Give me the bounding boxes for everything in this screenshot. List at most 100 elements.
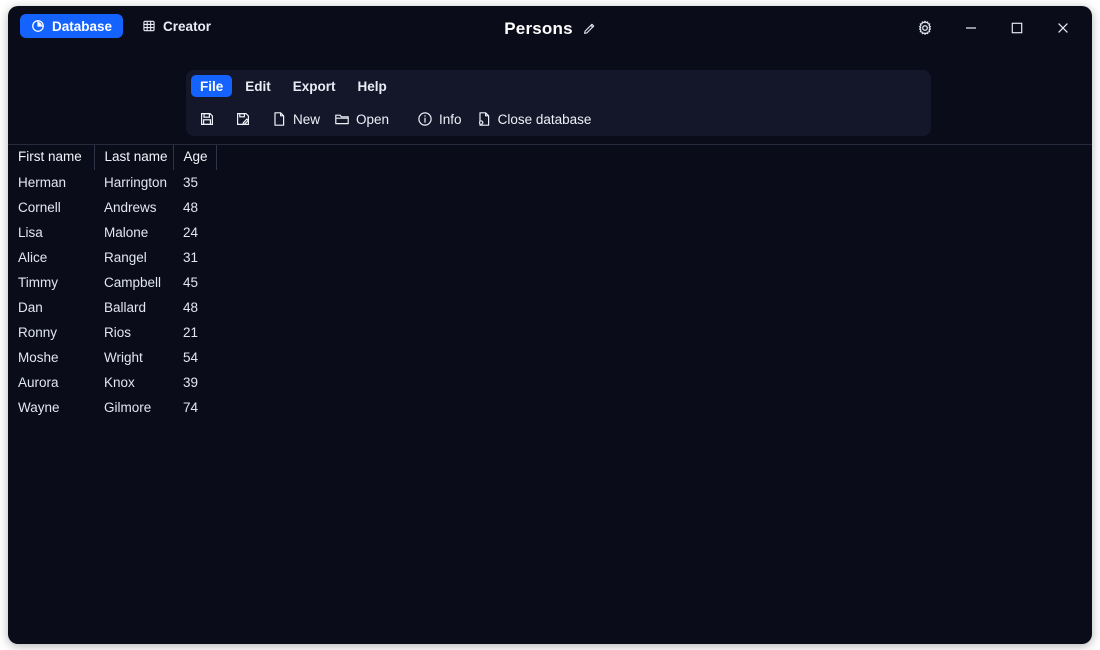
cell-filler: [216, 395, 1085, 420]
table-row[interactable]: Alice Rangel 31: [8, 245, 1085, 270]
open-button-label: Open: [356, 111, 390, 127]
cell-last-name: Rios: [104, 325, 132, 340]
close-database-button[interactable]: Close database: [469, 107, 599, 131]
table-row[interactable]: Dan Ballard 48: [8, 295, 1085, 320]
toolbar-actions: New Open Info Close database: [192, 107, 598, 131]
column-header-first-name[interactable]: First name: [8, 145, 95, 170]
info-circle-icon: [417, 111, 433, 127]
save-button[interactable]: [192, 107, 228, 131]
minimize-icon: [963, 20, 979, 41]
pencil-icon[interactable]: [582, 21, 596, 41]
info-button-label: Info: [439, 111, 462, 127]
cell-filler: [216, 170, 1085, 195]
new-button[interactable]: New: [264, 107, 327, 131]
menu-bar: File Edit Export Help: [191, 75, 396, 97]
cell-filler: [216, 245, 1085, 270]
cell-age: 48: [183, 300, 199, 315]
close-database-icon: [476, 111, 492, 127]
menu-item-edit[interactable]: Edit: [236, 75, 280, 97]
cell-age: 39: [183, 375, 199, 390]
cell-age: 24: [183, 225, 199, 240]
table-row[interactable]: Timmy Campbell 45: [8, 270, 1085, 295]
close-database-button-label: Close database: [497, 111, 592, 127]
cell-first-name: Cornell: [18, 200, 61, 215]
cell-filler: [216, 195, 1085, 220]
nav-item-creator[interactable]: Creator: [131, 14, 222, 38]
menu-item-export-label: Export: [292, 78, 336, 94]
table-body: Herman Harrington 35 Cornell Andrews 48 …: [8, 170, 1085, 420]
menu-item-file-label: File: [200, 78, 224, 94]
cell-filler: [216, 320, 1085, 345]
cell-age: 45: [183, 275, 199, 290]
cell-first-name: Wayne: [18, 400, 60, 415]
table-row[interactable]: Aurora Knox 39: [8, 370, 1085, 395]
cell-last-name: Ballard: [104, 300, 147, 315]
info-button[interactable]: Info: [410, 107, 469, 131]
cell-age: 74: [183, 400, 199, 415]
grid-table-icon: [142, 19, 156, 33]
toolbar-panel: File Edit Export Help New Open Info Clos…: [186, 70, 931, 136]
window-controls: [902, 12, 1086, 48]
cell-age: 54: [183, 350, 199, 365]
new-button-label: New: [293, 111, 321, 127]
table-row[interactable]: Wayne Gilmore 74: [8, 395, 1085, 420]
cell-last-name: Wright: [104, 350, 143, 365]
column-header-filler: [216, 145, 1085, 170]
save-icon: [199, 111, 215, 127]
cell-filler: [216, 370, 1085, 395]
cell-first-name: Aurora: [18, 375, 59, 390]
column-header-age[interactable]: Age: [173, 145, 217, 170]
new-file-icon: [271, 111, 287, 127]
save-as-icon: [235, 111, 251, 127]
column-header-last-name[interactable]: Last name: [94, 145, 174, 170]
cell-age: 21: [183, 325, 199, 340]
table-row[interactable]: Lisa Malone 24: [8, 220, 1085, 245]
cell-last-name: Malone: [104, 225, 149, 240]
menu-item-help[interactable]: Help: [349, 75, 396, 97]
menu-item-export[interactable]: Export: [284, 75, 345, 97]
cell-first-name: Herman: [18, 175, 67, 190]
table-header-row: First name Last name Age: [8, 145, 1085, 170]
app-window: Database Creator Persons File Edit Expor…: [8, 6, 1092, 644]
cell-filler: [216, 295, 1085, 320]
data-table-area: First name Last name Age Herman Harringt…: [8, 145, 1092, 644]
close-button[interactable]: [1040, 12, 1086, 48]
maximize-button[interactable]: [994, 12, 1040, 48]
minimize-button[interactable]: [948, 12, 994, 48]
cell-last-name: Rangel: [104, 250, 147, 265]
cell-filler: [216, 345, 1085, 370]
close-icon: [1055, 20, 1071, 41]
table-row[interactable]: Ronny Rios 21: [8, 320, 1085, 345]
cell-first-name: Alice: [18, 250, 48, 265]
cell-filler: [216, 270, 1085, 295]
menu-item-edit-label: Edit: [245, 78, 271, 94]
cell-age: 48: [183, 200, 199, 215]
cell-first-name: Moshe: [18, 350, 59, 365]
open-folder-icon: [334, 111, 350, 127]
table-row[interactable]: Moshe Wright 54: [8, 345, 1085, 370]
cell-last-name: Campbell: [104, 275, 162, 290]
nav-item-database[interactable]: Database: [20, 14, 124, 38]
primary-nav: Database Creator: [20, 14, 222, 38]
table-row[interactable]: Cornell Andrews 48: [8, 195, 1085, 220]
cell-age: 35: [183, 175, 199, 190]
settings-button[interactable]: [902, 12, 948, 48]
cell-last-name: Harrington: [104, 175, 168, 190]
menu-item-file[interactable]: File: [191, 75, 233, 97]
maximize-icon: [1009, 20, 1025, 41]
cell-last-name: Knox: [104, 375, 135, 390]
persons-table: First name Last name Age Herman Harringt…: [8, 145, 1085, 420]
menu-item-help-label: Help: [357, 78, 387, 94]
pie-chart-icon: [31, 19, 45, 33]
cell-first-name: Dan: [18, 300, 43, 315]
cell-last-name: Gilmore: [104, 400, 152, 415]
nav-item-creator-label: Creator: [163, 18, 212, 34]
open-button[interactable]: Open: [327, 107, 396, 131]
page-title-text: Persons: [504, 19, 573, 38]
title-bar: Database Creator Persons: [8, 6, 1092, 54]
cell-first-name: Ronny: [18, 325, 58, 340]
save-as-button[interactable]: [228, 107, 264, 131]
table-row[interactable]: Herman Harrington 35: [8, 170, 1085, 195]
cell-last-name: Andrews: [104, 200, 157, 215]
